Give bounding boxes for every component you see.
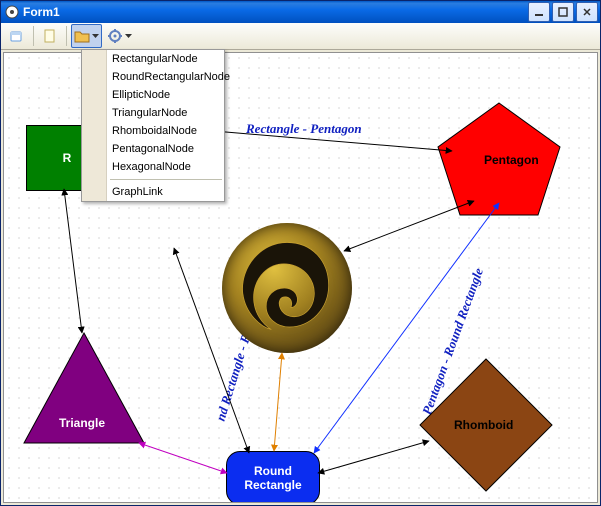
menu-item-rhomboidal[interactable]: RhomboidalNode xyxy=(82,122,224,140)
edge-roundrect-ellipse[interactable] xyxy=(274,353,282,451)
folder-icon xyxy=(74,29,90,43)
app-window: Form1 xyxy=(0,0,601,506)
settings-dropdown-button[interactable] xyxy=(104,24,135,48)
edge-pentagon-ellipse[interactable] xyxy=(344,201,474,251)
chevron-down-icon xyxy=(92,34,99,38)
menu-item-hexagonal[interactable]: HexagonalNode xyxy=(82,158,224,176)
window-title: Form1 xyxy=(23,5,528,19)
edge-roundrect-triangle[interactable] xyxy=(139,443,227,473)
open-button[interactable] xyxy=(5,24,29,48)
gear-icon xyxy=(107,28,123,44)
menu-item-graphlink[interactable]: GraphLink xyxy=(82,183,224,201)
maximize-button[interactable] xyxy=(552,2,574,22)
minimize-button[interactable] xyxy=(528,2,550,22)
open-icon xyxy=(9,28,25,44)
edge-pentagon-roundrect[interactable] xyxy=(314,203,499,453)
menu-item-elliptic[interactable]: EllipticNode xyxy=(82,86,224,104)
menu-item-pentagonal[interactable]: PentagonalNode xyxy=(82,140,224,158)
edge-roundrect-rhomboid[interactable] xyxy=(318,441,429,473)
chevron-down-icon xyxy=(125,34,132,38)
new-icon xyxy=(42,28,58,44)
menu-item-roundrectangular[interactable]: RoundRectangularNode xyxy=(82,68,224,86)
app-icon xyxy=(5,5,19,19)
new-button[interactable] xyxy=(38,24,62,48)
shapes-dropdown-button[interactable] xyxy=(71,24,102,48)
toolbar-separator xyxy=(66,26,67,46)
titlebar: Form1 xyxy=(1,1,600,23)
edge-rect-pentagon[interactable] xyxy=(214,131,452,151)
shapes-dropdown-menu: RectangularNode RoundRectangularNode Ell… xyxy=(81,49,225,202)
menu-item-rectangular[interactable]: RectangularNode xyxy=(82,50,224,68)
edge-rect-triangle[interactable] xyxy=(64,189,82,333)
menu-item-triangular[interactable]: TriangularNode xyxy=(82,104,224,122)
toolbar xyxy=(1,23,600,50)
edge-roundrect-rect[interactable] xyxy=(174,248,249,453)
toolbar-separator xyxy=(33,26,34,46)
menu-separator xyxy=(110,179,222,180)
close-button[interactable] xyxy=(576,2,598,22)
window-controls xyxy=(528,2,598,22)
